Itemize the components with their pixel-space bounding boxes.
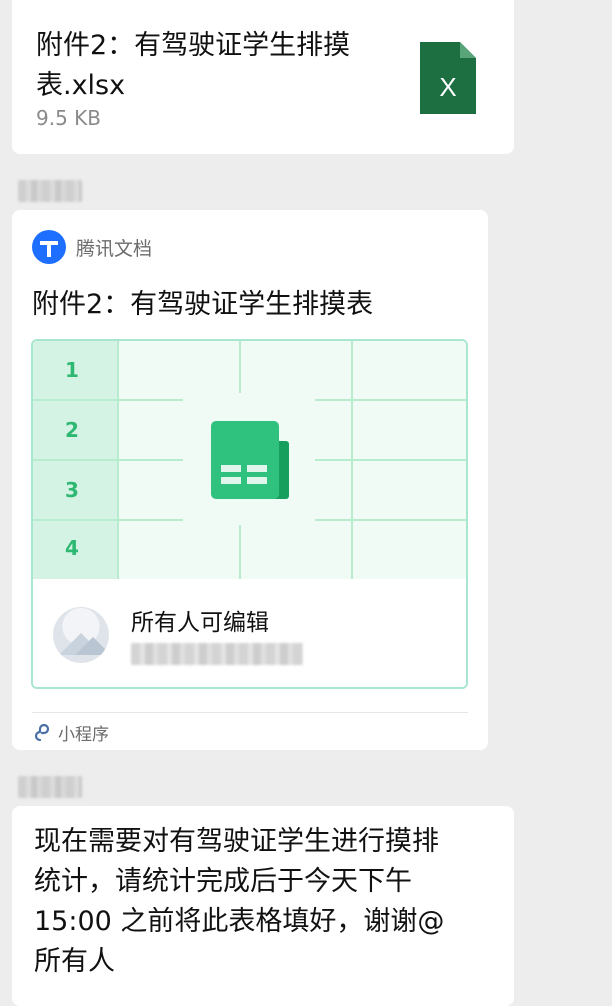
grid-line (239, 341, 241, 393)
excel-file-letter: X (439, 72, 456, 102)
row-number: 3 (65, 478, 79, 502)
file-name: 附件2：有驾驶证学生排摸表.xlsx (36, 30, 351, 101)
owner-name-blurred (131, 643, 303, 665)
doc-title: 附件2：有驾驶证学生排摸表 (32, 289, 374, 320)
file-size: 9.5 KB (36, 106, 101, 130)
text-message-bubble[interactable]: 现在需要对有驾驶证学生进行摸排 统计，请统计完成后于今天下午 15:00 之前将… (12, 806, 514, 1006)
app-source-row: 腾讯文档 (32, 230, 152, 264)
grid-line (315, 399, 466, 401)
divider (32, 712, 468, 713)
sheet-grid: 1 2 3 4 (33, 341, 466, 579)
share-info: 所有人可编辑 (33, 579, 466, 687)
mini-program-label: 小程序 (58, 725, 109, 745)
message-text: 现在需要对有驾驶证学生进行摸排 统计，请统计完成后于今天下午 15:00 之前将… (34, 826, 445, 977)
sheet-preview[interactable]: 1 2 3 4 所有人可编辑 (31, 339, 468, 689)
row-number: 4 (65, 536, 79, 560)
grid-line (315, 459, 466, 461)
tencent-docs-icon (32, 230, 66, 264)
grid-line (33, 399, 183, 401)
grid-line (33, 519, 183, 521)
sender-name-blurred (18, 776, 82, 798)
grid-line (351, 341, 353, 579)
grid-line (117, 341, 119, 579)
grid-line (33, 459, 183, 461)
grid-line (315, 519, 466, 521)
excel-file-icon: X (420, 42, 476, 114)
row-number: 2 (65, 418, 79, 442)
app-name: 腾讯文档 (76, 237, 153, 260)
avatar (53, 607, 109, 663)
row-number: 1 (65, 358, 79, 382)
grid-line (239, 525, 241, 579)
spreadsheet-icon (211, 421, 289, 499)
doc-share-card[interactable]: 腾讯文档 附件2：有驾驶证学生排摸表 1 2 3 4 所有人可编辑 小程序 (12, 210, 488, 750)
permission-label: 所有人可编辑 (131, 610, 269, 636)
file-message-bubble[interactable]: 附件2：有驾驶证学生排摸表.xlsx 9.5 KB X (12, 0, 514, 154)
mini-program-icon (34, 723, 50, 741)
sender-name-blurred (18, 180, 82, 202)
mini-program-row: 小程序 (34, 720, 109, 745)
